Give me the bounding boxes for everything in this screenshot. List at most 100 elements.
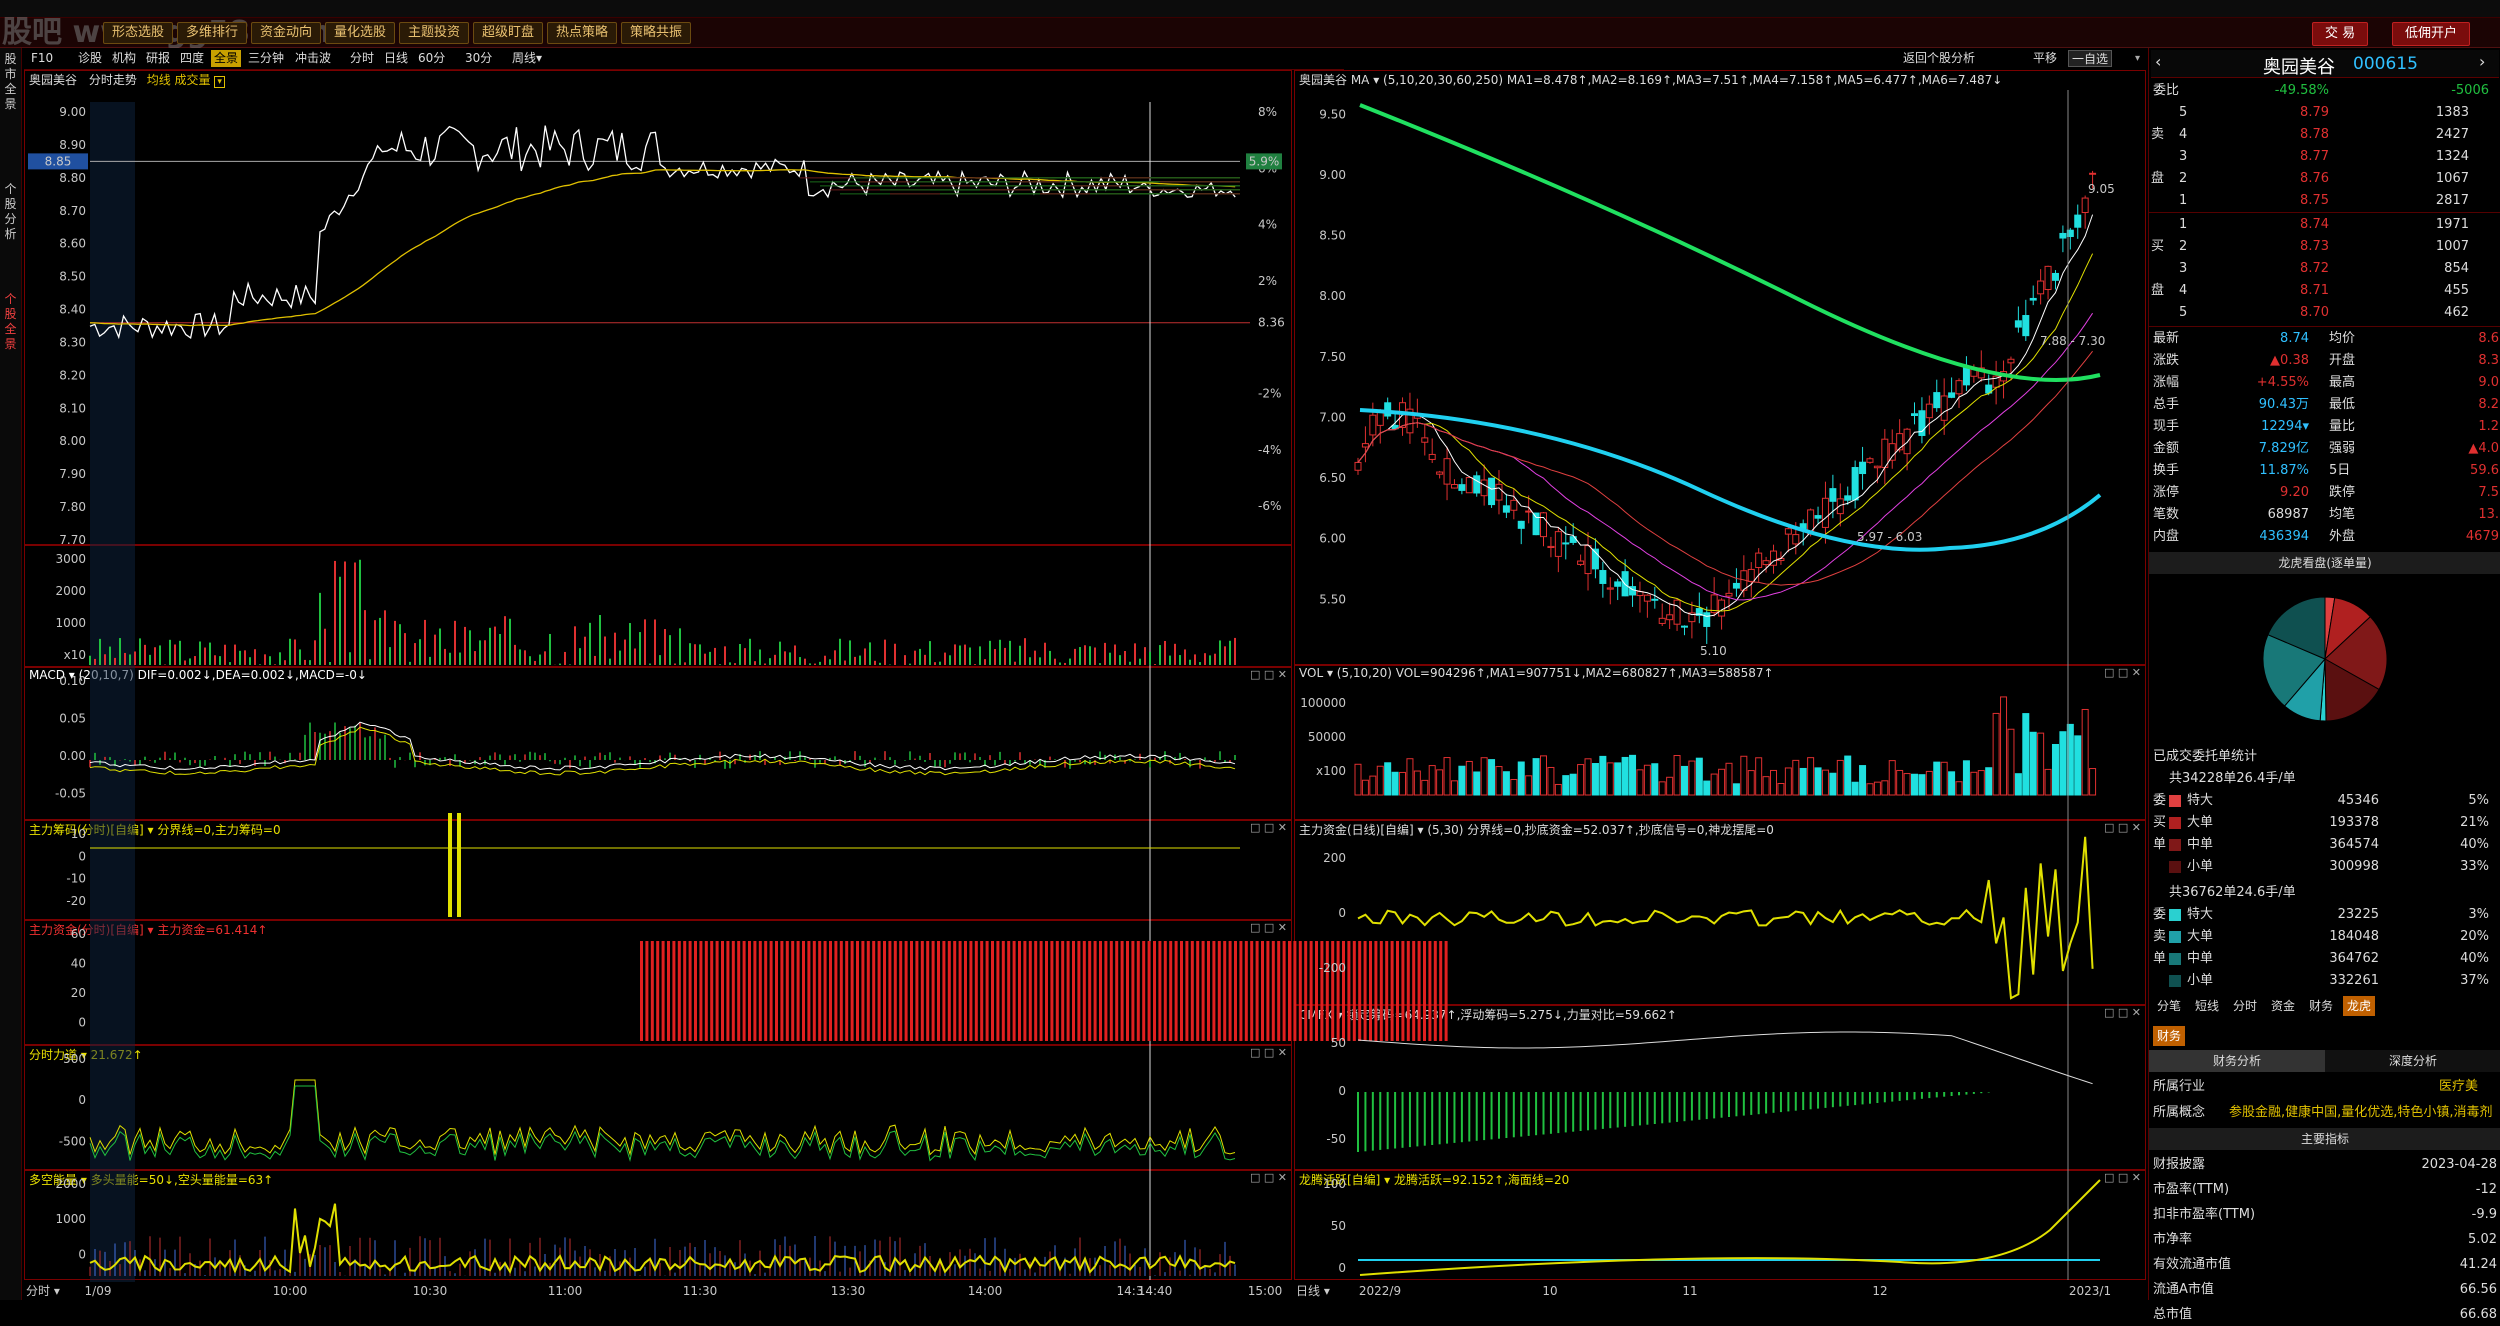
volume-bar-kline [1970, 771, 1978, 796]
vol-tick: 100000 [1300, 696, 1346, 710]
stat-value-2: 8.6 [2478, 331, 2499, 346]
order-side-char: 单 [2153, 951, 2167, 966]
volume-bar-kline [1710, 773, 1718, 796]
order-side-char: 卖 [2153, 929, 2167, 944]
sub-tick-label: 60 [71, 927, 86, 941]
order-total-text: 共34228单26.4手/单 [2169, 771, 2296, 786]
volume-bar-kline [1458, 765, 1466, 796]
tab-deep-analysis[interactable]: 深度分析 [2325, 1050, 2500, 1072]
main-funds-bar [1255, 941, 1259, 1041]
candle-body [1911, 413, 1918, 416]
quote-tab[interactable]: 财务 [2305, 996, 2337, 1016]
quote-tab[interactable]: 短线 [2191, 996, 2223, 1016]
order-type: 特大 [2187, 907, 2214, 922]
stat-label: 金额 [2153, 441, 2180, 456]
ask-level: 2 [2179, 171, 2188, 186]
main-funds-bar [704, 941, 708, 1041]
pre-market-shade [90, 102, 135, 1282]
stat-label-2: 跌停 [2329, 485, 2356, 500]
main-funds-bar [764, 941, 768, 1041]
candle-body [1896, 433, 1904, 451]
main-funds-bar [812, 941, 816, 1041]
bid-price: 8.70 [2300, 305, 2329, 320]
main-funds-bar [1412, 941, 1416, 1041]
charts-canvas: 9.00 8.90 8.80 8.70 8.60 8.50 8.40 8.30 8.20 8.10… [28, 90, 2115, 1298]
intraday-period-switch[interactable]: 分时 ▾ [26, 1282, 60, 1299]
volume-bar-kline [2044, 768, 2052, 796]
quote-tab[interactable]: 资金 [2267, 996, 2299, 1016]
main-funds-bar [834, 941, 838, 1041]
volume-bar-kline [1992, 712, 2000, 796]
quote-tab[interactable]: 龙虎 [2343, 996, 2376, 1016]
order-swatch [2169, 817, 2181, 829]
candle-body [1718, 599, 1726, 617]
main-funds-bar [748, 941, 751, 1041]
kline-period-switch[interactable]: 日线 ▾ [1296, 1282, 1330, 1299]
volume-bar-kline [1391, 771, 1399, 796]
pct-tick-label: 2% [1258, 274, 1277, 288]
candle-body [1873, 465, 1881, 469]
main-funds-bar [1423, 941, 1426, 1041]
ask-row: 5 8.79 1383 [2149, 102, 2500, 124]
sub-tick-label: 500 [63, 1052, 86, 1066]
main-funds-bar [1104, 941, 1108, 1041]
candle-body [1354, 461, 1362, 471]
main-funds-bar [769, 941, 773, 1041]
cmfx-line [1357, 1031, 2093, 1085]
bid-volume: 1971 [2435, 217, 2469, 232]
ask-volume: 1324 [2435, 149, 2469, 164]
order-pct: 5% [2468, 793, 2489, 808]
volume-bar-kline [1688, 760, 1696, 796]
stat-value: 90.43万 [2258, 397, 2309, 412]
finance-tag[interactable]: 财务 [2153, 1026, 2186, 1046]
order-swatch [2169, 909, 2181, 921]
metric-row: 市净率 5.02 [2149, 1229, 2500, 1251]
bid-level: 4 [2179, 283, 2188, 298]
candle-body [1473, 475, 1481, 494]
main-funds-bar [1045, 941, 1048, 1041]
quote-tab[interactable]: 分笔 [2153, 996, 2185, 1016]
ask-row: 2 8.76 1067 [2149, 168, 2500, 190]
volume-bar-kline [2081, 708, 2089, 796]
kline-price-tick: 5.50 [1319, 592, 1346, 606]
force-line [89, 1079, 1236, 1157]
tab-finance-analysis[interactable]: 财务分析 [2149, 1050, 2325, 1072]
main-funds-bar [823, 941, 827, 1041]
sub-tick-label: 0 [78, 1093, 86, 1107]
divider [2149, 326, 2500, 327]
metric-label: 扣非市盈率(TTM) [2153, 1207, 2256, 1222]
volume-bar-kline [1465, 760, 1473, 796]
metric-row: 市盈率(TTM) -12 [2149, 1179, 2500, 1201]
candle-body [1614, 581, 1622, 587]
main-funds-bar [1163, 941, 1167, 1041]
back-arrow-icon[interactable]: ‹ [2155, 52, 2161, 71]
candle-body [1933, 392, 1941, 409]
ma250-line [1359, 103, 2101, 382]
forward-arrow-icon[interactable]: › [2479, 52, 2485, 71]
stat-row: 涨跌 ▲0.38 开盘 8.3 [2149, 350, 2500, 372]
main-funds-bar [731, 941, 735, 1041]
stat-value: 9.20 [2280, 485, 2309, 500]
main-funds-bar [721, 941, 724, 1041]
volume-bar-kline [1896, 769, 1904, 796]
order-side-char: 委 [2153, 793, 2167, 808]
bid-row: 3 8.72 854 [2149, 258, 2500, 280]
stat-value: 7.829亿 [2258, 441, 2309, 456]
volume-bar-kline [2089, 768, 2097, 796]
stat-label: 涨停 [2153, 485, 2180, 500]
volume-tick-label: x10 [64, 648, 86, 662]
volume-bar-kline [1554, 783, 1562, 796]
chips-spike [457, 813, 461, 917]
low-annotation: 5.10 [1700, 644, 1727, 658]
time-tick-label: 1/09 [85, 1284, 112, 1298]
main-funds-bar [1131, 941, 1135, 1041]
quote-tab[interactable]: 分时 [2229, 996, 2261, 1016]
order-type: 中单 [2187, 951, 2214, 966]
volume-bar-kline [2029, 731, 2037, 796]
stat-label-2: 量比 [2329, 419, 2356, 434]
main-funds-bar [1072, 941, 1075, 1041]
volume-bar-kline [1814, 767, 1822, 796]
main-funds-bar [661, 941, 665, 1041]
sub-tick-label: -500 [59, 1134, 86, 1148]
order-volume: 364762 [2329, 951, 2379, 966]
